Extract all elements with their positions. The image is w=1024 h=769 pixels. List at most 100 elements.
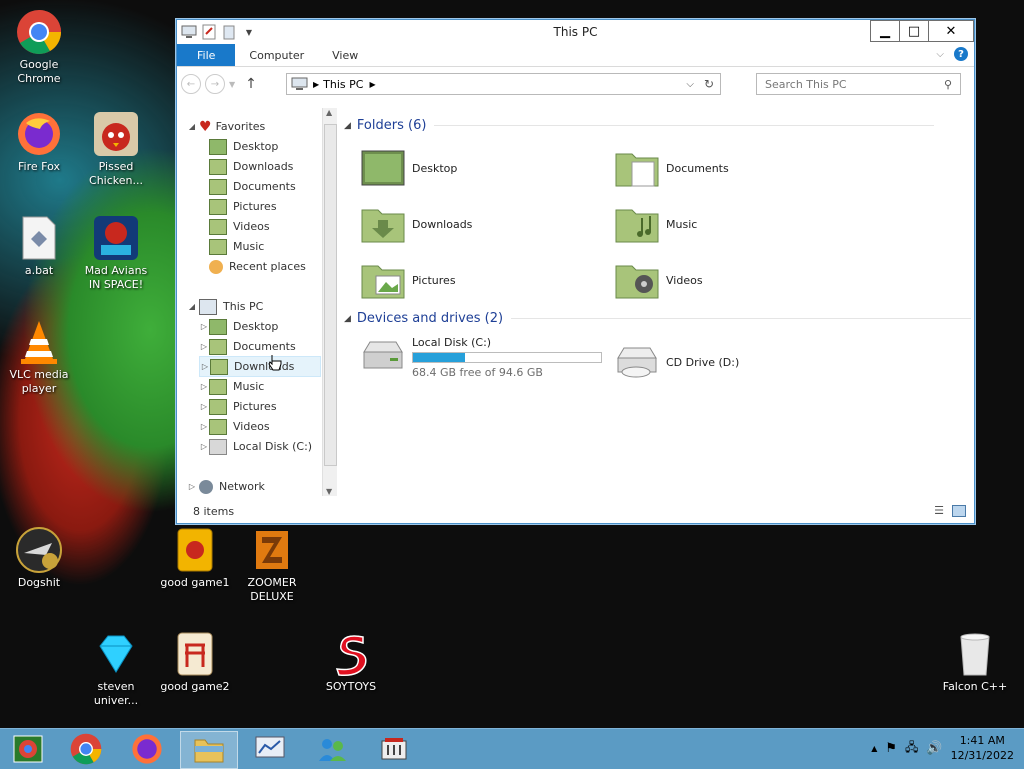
tab-view[interactable]: View [318,44,372,66]
nav-fav-videos[interactable]: Videos [209,217,270,236]
desktop-icon-zoomer-deluxe[interactable]: ZOOMER DELUXE [234,526,310,604]
expand-arrow-icon[interactable]: ▷ [199,442,209,451]
expand-arrow-icon[interactable]: ▷ [199,382,209,391]
help-icon[interactable]: ? [954,47,968,61]
desktop-icon-dogshit[interactable]: Dogshit [1,526,77,590]
taskbar-firefox[interactable] [119,731,175,767]
nav-pc-music[interactable]: ▷ Music [199,377,264,396]
computer-small-icon[interactable] [181,24,197,40]
nav-pc-pictures[interactable]: ▷ Pictures [199,397,277,416]
volume-icon[interactable]: 🔊 [926,741,942,756]
breadcrumb-separator-icon[interactable]: ▶ [369,80,375,89]
taskbar-chrome[interactable] [58,731,114,767]
title-bar[interactable]: ▼ This PC ▁ □ ✕ [177,20,974,44]
tab-computer[interactable]: Computer [235,44,318,66]
show-hidden-icons-icon[interactable]: ▲ [871,744,877,753]
collapse-arrow-icon[interactable]: ◢ [344,314,351,324]
nav-network[interactable]: ▷ Network [187,477,265,496]
forward-button[interactable]: → [205,74,225,94]
expand-arrow-icon[interactable]: ▷ [199,402,209,411]
desktop-icon-good-game1[interactable]: good game1 [157,526,233,590]
large-icons-view-icon[interactable] [952,505,966,517]
desktop-icon-google-chrome[interactable]: Google Chrome [1,8,77,86]
nav-this-pc[interactable]: ◢ This PC [187,297,263,316]
address-dropdown-chevron-icon[interactable]: ⌵ [686,79,694,90]
desktop-icon-steven-universe[interactable]: steven univer... [78,630,154,708]
collapse-arrow-icon[interactable]: ◢ [187,122,197,131]
search-input[interactable]: Search This PC [765,78,847,91]
address-bar[interactable]: ▶ This PC ▶ ⌵ ↻ [286,73,721,95]
new-folder-icon[interactable] [221,24,237,40]
breadcrumb-this-pc[interactable]: This PC [323,78,363,91]
drive-tile-local-disk-c[interactable]: Local Disk (C:) 68.4 GB free of 94.6 GB [360,336,602,379]
nav-pc-videos[interactable]: ▷ Videos [199,417,270,436]
nav-pc-desktop[interactable]: ▷ Desktop [199,317,278,336]
nav-fav-recent-places[interactable]: Recent places [209,257,306,276]
start-button[interactable] [0,731,56,767]
expand-arrow-icon[interactable]: ▷ [187,482,197,491]
breadcrumb-separator-icon[interactable]: ▶ [313,80,319,89]
refresh-icon[interactable]: ↻ [704,77,714,91]
search-icon[interactable]: ⚲ [944,78,952,91]
scroll-down-arrow-icon[interactable]: ▼ [326,487,332,496]
taskbar-server-manager[interactable] [366,731,422,767]
taskbar-users-app[interactable] [304,731,360,767]
folder-tile-videos[interactable]: Videos [614,260,703,300]
scrollbar-thumb[interactable] [324,124,337,466]
desktop-icon-firefox[interactable]: Fire Fox [1,110,77,174]
customize-toolbar-chevron-icon[interactable]: ▼ [241,24,257,40]
action-center-flag-icon[interactable]: ⚑ [885,741,897,756]
folder-tile-music[interactable]: Music [614,204,697,244]
nav-fav-music[interactable]: Music [209,237,264,256]
nav-pc-local-disk[interactable]: ▷ Local Disk (C:) [199,437,312,456]
back-button[interactable]: ← [181,74,201,94]
nav-fav-pictures[interactable]: Pictures [209,197,277,216]
folder-tile-desktop[interactable]: Desktop [360,148,457,188]
desktop-icon-label: steven univer... [93,680,139,707]
desktop-icon-soytoys[interactable]: SOYTOYS [313,630,389,694]
desktop-icon-mad-avians[interactable]: Mad Avians IN SPACE! [78,214,154,292]
scroll-up-arrow-icon[interactable]: ▲ [326,108,332,117]
desktop-icon-vlc[interactable]: VLC media player [1,318,77,396]
nav-fav-desktop[interactable]: Desktop [209,137,278,156]
close-button[interactable]: ✕ [928,20,974,42]
desktop-icon-label: Google Chrome [17,58,61,85]
clock[interactable]: 1:41 AM 12/31/2022 [951,733,1014,763]
tab-file[interactable]: File [177,44,236,66]
desktop-icon-pissed-chicken[interactable]: Pissed Chicken... [78,110,154,188]
expand-ribbon-chevron-icon[interactable]: ⌵ [936,49,944,60]
minimize-button[interactable]: ▁ [870,20,900,42]
desktop-icon-good-game2[interactable]: good game2 [157,630,233,694]
drive-label: Local Disk (C:) [412,336,492,349]
taskbar-performance-monitor[interactable] [242,731,298,767]
collapse-arrow-icon[interactable]: ◢ [187,302,197,311]
nav-favorites[interactable]: ◢ ♥ Favorites [187,117,265,136]
search-box[interactable]: Search This PC ⚲ [756,73,961,95]
up-button[interactable]: ↑ [245,76,257,92]
folder-tile-documents[interactable]: Documents [614,148,729,188]
folders-group-header[interactable]: ◢ Folders (6) [344,118,935,133]
collapse-arrow-icon[interactable]: ◢ [344,121,351,131]
desktop-icon-falcon-cpp[interactable]: Falcon C++ [937,630,1013,694]
folder-tile-downloads[interactable]: Downloads [360,204,472,244]
expand-arrow-icon[interactable]: ▷ [199,342,209,351]
properties-icon[interactable] [201,24,217,40]
devices-group-header[interactable]: ◢ Devices and drives (2) [344,311,972,326]
computer-icon [199,298,217,315]
details-view-icon[interactable]: ☰ [934,504,944,517]
folder-tile-pictures[interactable]: Pictures [360,260,456,300]
nav-pc-downloads[interactable]: ▷ Downloads [199,356,321,377]
maximize-button[interactable]: □ [899,20,929,42]
network-status-icon[interactable]: 🖧 [905,738,918,759]
expand-arrow-icon[interactable]: ▷ [200,362,210,371]
nav-fav-downloads[interactable]: Downloads [209,157,293,176]
expand-arrow-icon[interactable]: ▷ [199,422,209,431]
navigation-pane: ◢ ♥ Favorites Desktop Downloads Document… [177,102,337,494]
expand-arrow-icon[interactable]: ▷ [199,322,209,331]
nav-fav-documents[interactable]: Documents [209,177,296,196]
taskbar-file-explorer[interactable] [180,731,238,769]
navigation-scrollbar[interactable]: ▲ ▼ [322,108,337,496]
drive-tile-cd-d[interactable]: CD Drive (D:) [614,342,739,382]
recent-locations-chevron-icon[interactable]: ▼ [229,80,235,89]
desktop-icon-a-bat[interactable]: a.bat [1,214,77,278]
